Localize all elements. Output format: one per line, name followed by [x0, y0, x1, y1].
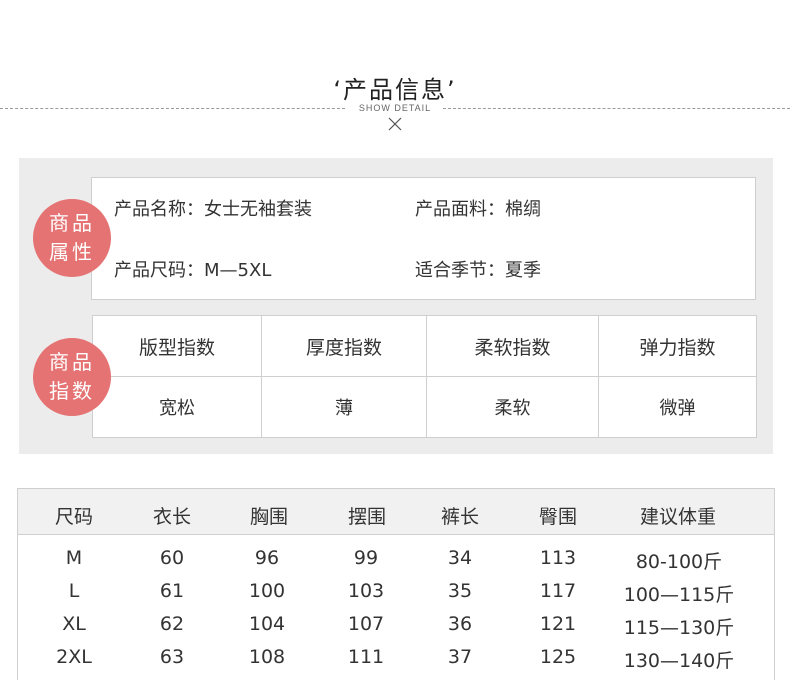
index-header: 厚度指数: [261, 315, 427, 377]
cell: 121: [539, 613, 577, 635]
cell: 125: [539, 646, 577, 668]
cell: 117: [539, 580, 577, 602]
attr-value: 棉绸: [505, 199, 541, 220]
cell: 103: [347, 580, 385, 602]
cell: 104: [248, 613, 286, 635]
cell: 111: [347, 646, 385, 668]
cell: 63: [159, 646, 185, 668]
cell: XL: [62, 613, 86, 635]
cell: 61: [159, 580, 185, 602]
cell: 60: [159, 547, 185, 569]
indices-table: 版型指数 厚度指数 柔软指数 弹力指数 宽松 薄 柔软 微弹: [92, 315, 757, 438]
size-table: 尺码 衣长 胸围 摆围 裤长 臀围 建议体重 M 60 96 99 34 113…: [17, 488, 775, 680]
index-header: 版型指数: [92, 315, 262, 377]
col-header: 摆围: [347, 506, 386, 528]
badge-line: 商品: [49, 211, 95, 235]
cell: 35: [447, 580, 473, 602]
attr-label: 产品名称：: [114, 199, 204, 220]
badge-line: 属性: [49, 240, 95, 264]
cell: M: [65, 547, 83, 569]
col-header: 裤长: [440, 506, 479, 528]
attr-fabric: 产品面料：棉绸: [415, 195, 541, 221]
cell: 130—140斤: [623, 650, 735, 672]
cell: L: [68, 580, 80, 602]
cell: 36: [447, 613, 473, 635]
attr-label: 适合季节：: [415, 260, 505, 281]
col-header: 胸围: [249, 506, 288, 528]
attr-value: 夏季: [505, 260, 541, 281]
col-header: 尺码: [54, 506, 93, 528]
index-value: 柔软: [426, 376, 599, 438]
cell: 99: [353, 547, 379, 569]
indices-badge: 商品 指数: [33, 338, 111, 416]
col-header: 衣长: [152, 506, 191, 528]
cell: 100: [248, 580, 286, 602]
cell: 2XL: [56, 646, 92, 668]
index-value: 微弹: [598, 376, 757, 438]
cell: 37: [447, 646, 473, 668]
index-header: 柔软指数: [426, 315, 599, 377]
attr-value: M—5XL: [204, 260, 272, 281]
cell: 34: [447, 547, 473, 569]
col-header: 建议体重: [639, 506, 716, 528]
close-icon: [388, 117, 402, 131]
attr-name: 产品名称：女士无袖套装: [114, 195, 312, 221]
badge-line: 商品: [49, 350, 95, 374]
cell: 100—115斤: [623, 584, 735, 606]
cell: 108: [248, 646, 286, 668]
cell: 113: [539, 547, 577, 569]
attributes-badge: 商品 属性: [33, 199, 111, 277]
cell: 62: [159, 613, 185, 635]
col-header: 臀围: [538, 506, 577, 528]
index-header: 弹力指数: [598, 315, 757, 377]
cell: 115—130斤: [623, 617, 735, 639]
badge-line: 指数: [49, 379, 95, 403]
page-subtitle: SHOW DETAIL: [358, 103, 432, 113]
index-value: 薄: [261, 376, 427, 438]
attr-size: 产品尺码：M—5XL: [114, 256, 271, 282]
index-value: 宽松: [92, 376, 262, 438]
cell: 80-100斤: [635, 551, 723, 573]
attr-label: 产品尺码：: [114, 260, 204, 281]
attr-label: 产品面料：: [415, 199, 505, 220]
page-title: ‘产品信息’: [333, 76, 457, 104]
cell: 107: [347, 613, 385, 635]
attr-season: 适合季节：夏季: [415, 256, 541, 282]
size-table-header: 尺码 衣长 胸围 摆围 裤长 臀围 建议体重: [18, 489, 774, 535]
attr-value: 女士无袖套装: [204, 199, 312, 220]
cell: 96: [254, 547, 280, 569]
